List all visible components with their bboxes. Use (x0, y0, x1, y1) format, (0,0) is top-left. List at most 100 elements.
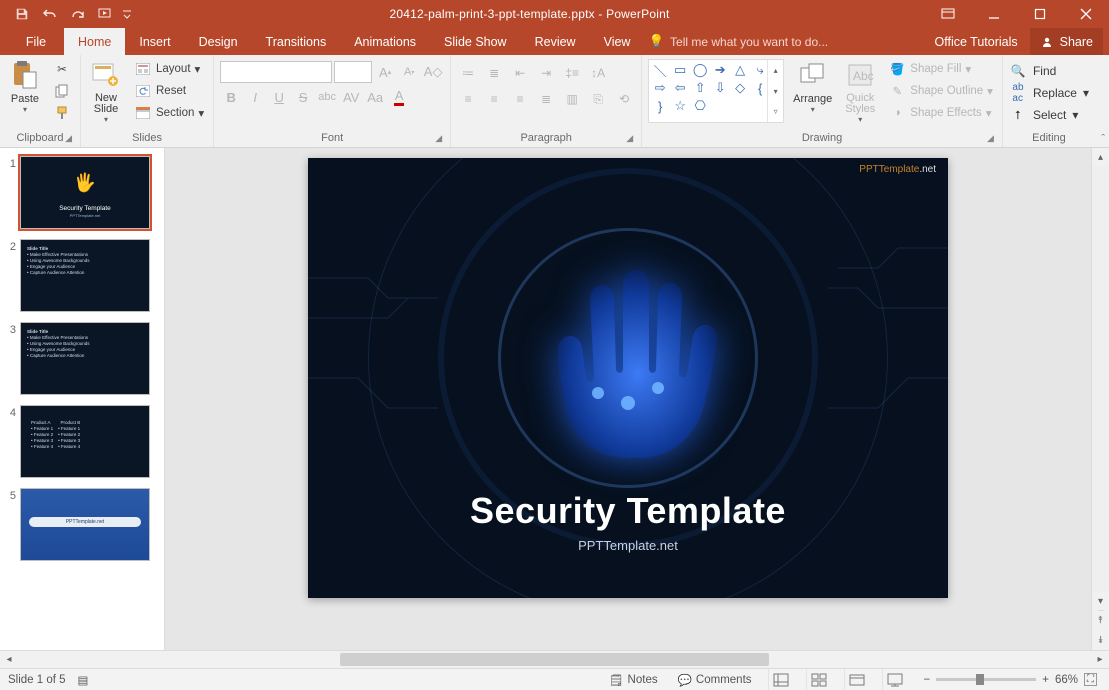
office-tutorials-link[interactable]: Office Tutorials (935, 35, 1018, 49)
layout-button[interactable]: Layout▾ (131, 59, 207, 79)
shape-uarrow-icon[interactable]: ⇧ (691, 80, 709, 96)
tab-insert[interactable]: Insert (125, 28, 184, 55)
new-slide-button[interactable]: New Slide ▾ (87, 59, 125, 125)
thumbnail-slide-5[interactable]: PPTTemplate.net (20, 488, 150, 561)
vertical-scrollbar[interactable]: ▴ ▾ ⯭⯯ (1091, 148, 1109, 650)
scrollbar-thumb[interactable] (340, 653, 769, 666)
spellcheck-button[interactable]: ▤ (78, 673, 89, 687)
font-color-button[interactable]: A (388, 86, 410, 108)
strike-button[interactable]: S (292, 86, 314, 108)
slide-canvas[interactable]: PPTTemplate.net Security Template PPTTem… (308, 158, 948, 598)
reset-button[interactable]: Reset (131, 81, 207, 101)
start-from-beginning-button[interactable] (92, 0, 120, 28)
align-left-button[interactable]: ≡ (457, 89, 479, 109)
undo-button[interactable] (36, 0, 64, 28)
shape-rect-icon[interactable]: ▭ (671, 62, 689, 78)
qat-customize-button[interactable] (120, 0, 134, 28)
gallery-more-icon[interactable]: ▿ (768, 101, 783, 122)
underline-button[interactable]: U (268, 86, 290, 108)
align-center-button[interactable]: ≡ (483, 89, 505, 109)
zoom-out-button[interactable]: − (924, 674, 931, 686)
thumbnail-slide-1[interactable]: 🖐 Security TemplatePPTTemplate.net (20, 156, 150, 229)
prev-slide-button[interactable]: ⯭ (1098, 611, 1104, 631)
scroll-right-icon[interactable]: ▸ (1091, 654, 1109, 665)
zoom-in-button[interactable]: + (1042, 674, 1049, 686)
reading-view-button[interactable] (844, 669, 870, 690)
shape-line-icon[interactable]: ＼ (651, 62, 669, 78)
shape-larrow-icon[interactable]: ⇦ (671, 80, 689, 96)
fit-to-window-button[interactable]: ⛶ (1084, 673, 1097, 686)
find-button[interactable]: 🔍Find (1009, 61, 1089, 81)
gallery-up-icon[interactable]: ▴ (768, 60, 783, 81)
slide-thumbnails-pane[interactable]: 1 🖐 Security TemplatePPTTemplate.net 2 S… (0, 148, 165, 650)
tab-home[interactable]: Home (64, 28, 125, 55)
justify-button[interactable]: ≣ (535, 89, 557, 109)
shape-star-icon[interactable]: ☆ (671, 98, 689, 114)
shape-outline-button[interactable]: ✎Shape Outline▾ (885, 81, 996, 101)
section-button[interactable]: Section▾ (131, 103, 207, 123)
arrange-button[interactable]: Arrange▾ (790, 59, 835, 125)
select-button[interactable]: ⭡Select▾ (1009, 105, 1089, 125)
text-direction-button[interactable]: ↕A (587, 63, 609, 83)
gallery-down-icon[interactable]: ▾ (768, 81, 783, 102)
minimize-button[interactable] (971, 0, 1017, 28)
maximize-button[interactable] (1017, 0, 1063, 28)
thumbnail-slide-2[interactable]: Slide Title• Make Effective Presentation… (20, 239, 150, 312)
tell-me-input[interactable] (670, 35, 850, 49)
increase-font-button[interactable]: A▴ (374, 61, 396, 83)
save-button[interactable] (8, 0, 36, 28)
shapes-gallery[interactable]: ＼ ▭ ◯ ➔ △ ⤷ ⇨ ⇦ ⇧ ⇩ ◇ { } ☆ ⎔ ▴▾▿ (648, 59, 784, 123)
thumbnail-slide-3[interactable]: Slide Title• Make Effective Presentation… (20, 322, 150, 395)
shape-darrow-icon[interactable]: ⇩ (711, 80, 729, 96)
shape-callout-icon[interactable]: ⎔ (691, 98, 709, 114)
sorter-view-button[interactable] (806, 669, 832, 690)
notes-button[interactable]: 🗒Notes (605, 669, 662, 690)
close-button[interactable] (1063, 0, 1109, 28)
decrease-font-button[interactable]: A▾ (398, 61, 420, 83)
numbering-button[interactable]: ≣ (483, 63, 505, 83)
normal-view-button[interactable] (768, 669, 794, 690)
shape-rarrow-icon[interactable]: ⇨ (651, 80, 669, 96)
indent-increase-button[interactable]: ⇥ (535, 63, 557, 83)
dialog-launcher-icon[interactable]: ◢ (435, 133, 442, 144)
tab-review[interactable]: Review (521, 28, 590, 55)
replace-button[interactable]: abacReplace▾ (1009, 83, 1089, 103)
zoom-percent[interactable]: 66% (1055, 674, 1078, 686)
cut-button[interactable]: ✂ (50, 59, 74, 79)
clear-formatting-button[interactable]: A◇ (422, 61, 444, 83)
shape-oval-icon[interactable]: ◯ (691, 62, 709, 78)
tab-slideshow[interactable]: Slide Show (430, 28, 521, 55)
format-painter-button[interactable] (50, 103, 74, 123)
scroll-left-icon[interactable]: ◂ (0, 654, 18, 665)
shape-triangle-icon[interactable]: △ (731, 62, 749, 78)
line-spacing-button[interactable]: ‡≡ (561, 63, 583, 83)
shape-diamond-icon[interactable]: ◇ (731, 80, 749, 96)
slide-subtitle[interactable]: PPTTemplate.net (308, 538, 948, 553)
thumbnail-slide-4[interactable]: Product A Product B • Feature 1 • Featur… (20, 405, 150, 478)
copy-button[interactable] (50, 81, 74, 101)
font-name-combo[interactable] (220, 61, 332, 83)
tab-animations[interactable]: Animations (340, 28, 430, 55)
ribbon-display-options-button[interactable] (925, 0, 971, 28)
quick-styles-button[interactable]: Abc Quick Styles▾ (841, 59, 879, 125)
collapse-ribbon-button[interactable]: ˆ (1101, 133, 1105, 145)
dialog-launcher-icon[interactable]: ◢ (987, 133, 994, 144)
tab-file[interactable]: File (8, 28, 64, 55)
tab-design[interactable]: Design (185, 28, 252, 55)
scroll-up-icon[interactable]: ▴ (1092, 148, 1109, 166)
shadow-button[interactable]: abc (316, 86, 338, 108)
dialog-launcher-icon[interactable]: ◢ (626, 133, 633, 144)
slideshow-view-button[interactable] (882, 669, 908, 690)
bold-button[interactable]: B (220, 86, 242, 108)
change-case-button[interactable]: Aa (364, 86, 386, 108)
dialog-launcher-icon[interactable]: ◢ (65, 133, 72, 144)
scroll-down-icon[interactable]: ▾ (1092, 592, 1109, 610)
zoom-slider[interactable] (936, 678, 1036, 681)
italic-button[interactable]: I (244, 86, 266, 108)
tab-transitions[interactable]: Transitions (252, 28, 341, 55)
next-slide-button[interactable]: ⯯ (1098, 631, 1104, 651)
shape-fill-button[interactable]: 🪣Shape Fill▾ (885, 59, 996, 79)
font-size-combo[interactable] (334, 61, 372, 83)
tell-me-search[interactable]: 💡 (648, 28, 850, 55)
comments-button[interactable]: 💬Comments (674, 669, 756, 690)
